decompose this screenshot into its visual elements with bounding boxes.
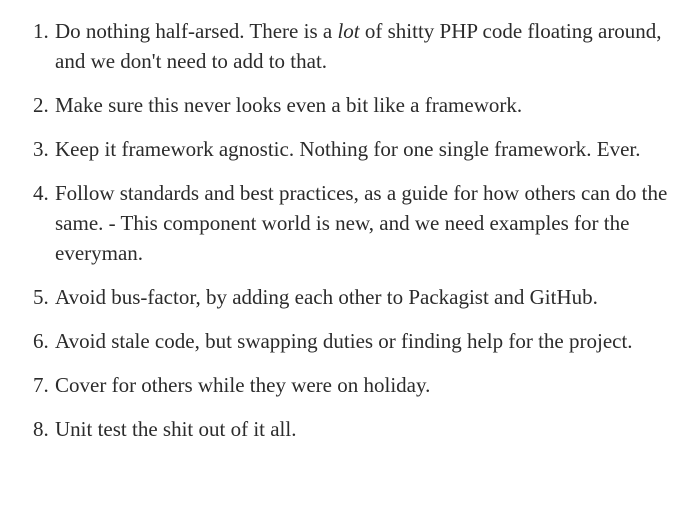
list-item-number: 8. bbox=[33, 417, 49, 441]
list-item-number: 6. bbox=[33, 329, 49, 353]
list-item: 8. Unit test the shit out of it all. bbox=[0, 414, 683, 444]
emphasis-text: lot bbox=[337, 19, 360, 43]
list-item-text: Do nothing half-arsed. There is a lot of… bbox=[55, 19, 662, 73]
list-item-text: Keep it framework agnostic. Nothing for … bbox=[55, 137, 641, 161]
list-item: 7. Cover for others while they were on h… bbox=[0, 370, 683, 400]
list-item-number: 2. bbox=[33, 93, 49, 117]
list-item: 3. Keep it framework agnostic. Nothing f… bbox=[0, 134, 683, 164]
list-item-number: 3. bbox=[33, 137, 49, 161]
list-item-text: Avoid stale code, but swapping duties or… bbox=[55, 329, 633, 353]
list-item: 2. Make sure this never looks even a bit… bbox=[0, 90, 683, 120]
list-item-number: 7. bbox=[33, 373, 49, 397]
list-item-number: 1. bbox=[33, 19, 49, 43]
list-item-text: Avoid bus-factor, by adding each other t… bbox=[55, 285, 598, 309]
list-item: 4. Follow standards and best practices, … bbox=[0, 178, 683, 268]
list-item-text: Make sure this never looks even a bit li… bbox=[55, 93, 523, 117]
list-item: 6. Avoid stale code, but swapping duties… bbox=[0, 326, 683, 356]
list-item: 5. Avoid bus-factor, by adding each othe… bbox=[0, 282, 683, 312]
list-item: 1. Do nothing half-arsed. There is a lot… bbox=[0, 16, 683, 76]
list-item-number: 5. bbox=[33, 285, 49, 309]
list-item-text: Follow standards and best practices, as … bbox=[55, 181, 668, 265]
list-item-text: Unit test the shit out of it all. bbox=[55, 417, 297, 441]
list-item-text: Cover for others while they were on holi… bbox=[55, 373, 431, 397]
principles-list: 1. Do nothing half-arsed. There is a lot… bbox=[0, 0, 683, 444]
list-item-number: 4. bbox=[33, 181, 49, 205]
